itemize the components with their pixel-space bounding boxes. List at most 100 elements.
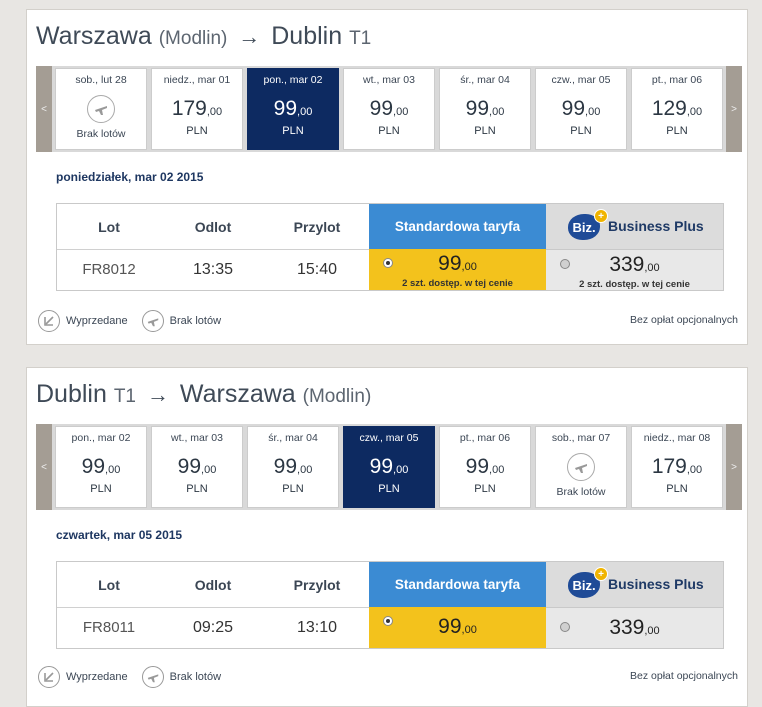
origin-terminal: T1 — [113, 386, 137, 407]
date-label: sob., mar 07 — [551, 432, 611, 444]
selected-date: poniedziałek, mar 02 2015 — [56, 170, 204, 184]
fees-note: Bez opłat opcjonalnych — [630, 670, 738, 682]
header-standard-fare: Standardowa taryfa — [369, 562, 546, 607]
availability-note: 2 szt. dostęp. w tej cenie — [579, 279, 690, 290]
prev-dates-button[interactable]: < — [36, 424, 52, 510]
arrival-time: 13:10 — [296, 618, 338, 636]
fare-price: 99,00 — [438, 615, 477, 638]
departure-time: 09:25 — [192, 618, 234, 636]
no-flights-icon — [87, 95, 115, 123]
currency: PLN — [378, 483, 400, 495]
date-card[interactable]: pt., mar 06 129,00 PLN — [631, 68, 723, 150]
date-card[interactable]: czw., mar 05 99,00 PLN — [535, 68, 627, 150]
legend: Wyprzedane Brak lotów — [38, 666, 221, 688]
arrow-icon: → — [146, 382, 169, 407]
dest-city: Warszawa — [179, 380, 296, 408]
date-label: wt., mar 03 — [171, 432, 223, 444]
origin-airport: (Modlin) — [158, 28, 228, 49]
day-price: 99,00 — [81, 455, 121, 478]
date-label: niedz., mar 08 — [643, 432, 711, 444]
day-price: 99,00 — [465, 455, 505, 478]
day-price: 99,00 — [177, 455, 217, 478]
date-card[interactable]: sob., mar 07 Brak lotów — [535, 426, 627, 508]
header-flight: Lot — [98, 576, 120, 593]
date-card[interactable]: pon., mar 02 99,00 PLN — [55, 426, 147, 508]
date-label: pon., mar 02 — [263, 74, 323, 86]
date-label: pt., mar 06 — [459, 432, 511, 444]
plus-icon: + — [594, 567, 608, 581]
legend-no-flights: Brak lotów — [169, 671, 222, 683]
standard-fare-option[interactable]: 99,00 2 szt. dostęp. w tej cenie — [369, 249, 546, 290]
currency: PLN — [666, 125, 688, 137]
day-price: 99,00 — [369, 97, 409, 120]
day-price: 99,00 — [273, 97, 313, 120]
currency: PLN — [570, 125, 592, 137]
day-price: 99,00 — [465, 97, 505, 120]
legend: Wyprzedane Brak lotów — [38, 310, 221, 332]
date-card[interactable]: wt., mar 03 99,00 PLN — [151, 426, 243, 508]
arrival-time: 15:40 — [296, 260, 338, 278]
date-label: czw., mar 05 — [551, 74, 611, 86]
business-plus-option[interactable]: 339,00 2 szt. dostęp. w tej cenie — [546, 249, 723, 290]
legend-sold-out: Wyprzedane — [66, 671, 128, 683]
currency: PLN — [186, 483, 208, 495]
date-carousel: < sob., lut 28 Brak lotów niedz., mar 01… — [36, 66, 742, 152]
day-price: 129,00 — [651, 97, 703, 120]
fare-price: 99,00 — [438, 252, 477, 275]
business-plus-option[interactable]: 339,00 — [546, 607, 723, 648]
header-departure: Odlot — [194, 218, 232, 235]
date-card[interactable]: niedz., mar 01 179,00 PLN — [151, 68, 243, 150]
date-card[interactable]: śr., mar 04 99,00 PLN — [439, 68, 531, 150]
business-plus-label: Business Plus — [608, 218, 704, 234]
no-flights-icon — [567, 453, 595, 481]
flight-number: FR8012 — [82, 261, 136, 278]
day-price: 179,00 — [651, 455, 703, 478]
sold-out-icon — [38, 310, 60, 332]
fare-price: 339,00 — [609, 616, 660, 639]
currency: PLN — [282, 125, 304, 137]
no-flights-icon — [141, 310, 164, 332]
route-title: Dublin T1 → Warszawa (Modlin) — [36, 380, 371, 409]
date-label: pt., mar 06 — [651, 74, 703, 86]
date-card[interactable]: niedz., mar 08 179,00 PLN — [631, 426, 723, 508]
date-card[interactable]: pt., mar 06 99,00 PLN — [439, 426, 531, 508]
prev-dates-button[interactable]: < — [36, 66, 52, 152]
sold-out-icon — [38, 666, 60, 688]
date-label: sob., lut 28 — [75, 74, 127, 86]
date-card[interactable]: sob., lut 28 Brak lotów — [55, 68, 147, 150]
legend-sold-out: Wyprzedane — [66, 315, 128, 327]
dest-terminal: T1 — [349, 28, 372, 49]
currency: PLN — [90, 483, 112, 495]
date-card-selected[interactable]: pon., mar 02 99,00 PLN — [247, 68, 339, 150]
flight-table: Lot Odlot Przylot Standardowa taryfa Biz… — [56, 203, 724, 291]
currency: PLN — [186, 125, 208, 137]
header-standard-fare: Standardowa taryfa — [369, 204, 546, 249]
date-card[interactable]: śr., mar 04 99,00 PLN — [247, 426, 339, 508]
legend-no-flights: Brak lotów — [169, 315, 222, 327]
plus-icon: + — [594, 209, 608, 223]
flight-table: Lot Odlot Przylot Standardowa taryfa Biz… — [56, 561, 724, 649]
date-label: pon., mar 02 — [71, 432, 131, 444]
day-price: 179,00 — [171, 97, 223, 120]
no-flights-icon — [141, 666, 164, 688]
fare-price: 339,00 — [609, 253, 660, 276]
day-price: 99,00 — [561, 97, 601, 120]
outbound-panel: Warszawa (Modlin) → Dublin T1 < sob., lu… — [26, 9, 748, 345]
dest-airport: (Modlin) — [302, 386, 372, 407]
day-price: 99,00 — [369, 455, 409, 478]
next-dates-button[interactable]: > — [726, 66, 742, 152]
next-dates-button[interactable]: > — [726, 424, 742, 510]
currency: PLN — [666, 483, 688, 495]
date-card[interactable]: wt., mar 03 99,00 PLN — [343, 68, 435, 150]
origin-city: Dublin — [36, 380, 107, 408]
no-flights-label: Brak lotów — [556, 486, 606, 498]
no-flights-label: Brak lotów — [76, 128, 126, 140]
standard-fare-option[interactable]: 99,00 — [369, 607, 546, 648]
header-business-plus: Biz. + Business Plus — [546, 562, 723, 607]
fees-note: Bez opłat opcjonalnych — [630, 314, 738, 326]
date-card-selected[interactable]: czw., mar 05 99,00 PLN — [343, 426, 435, 508]
currency: PLN — [282, 483, 304, 495]
flight-number: FR8011 — [82, 619, 136, 636]
header-flight: Lot — [98, 218, 120, 235]
date-label: wt., mar 03 — [363, 74, 415, 86]
